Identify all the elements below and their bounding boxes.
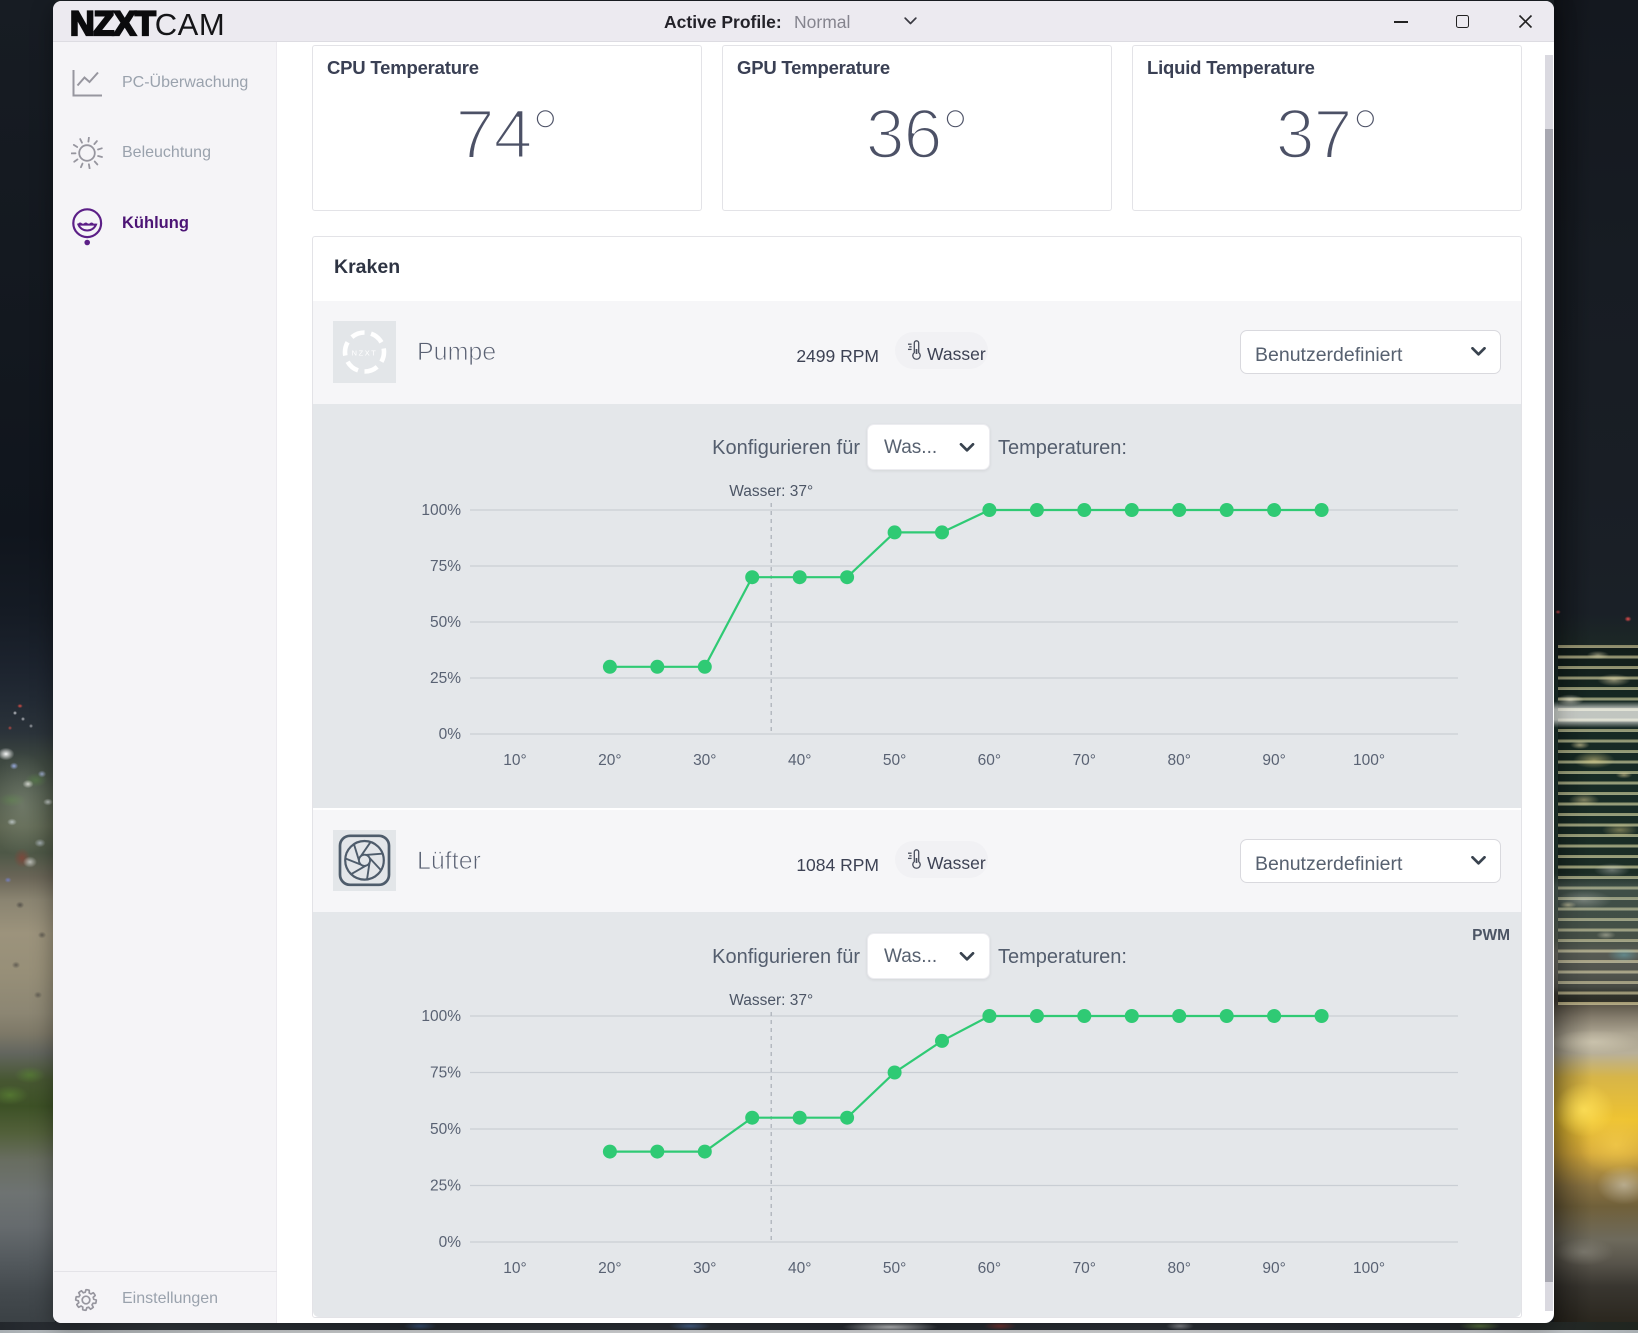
svg-text:70°: 70° [1073,1260,1096,1277]
svg-text:40°: 40° [788,752,811,769]
svg-text:25%: 25% [430,670,461,687]
svg-text:40°: 40° [788,1260,811,1277]
svg-text:30°: 30° [693,1260,716,1277]
svg-text:20°: 20° [598,752,621,769]
svg-text:100%: 100% [421,502,461,519]
svg-text:100°: 100° [1353,1260,1385,1277]
svg-text:60°: 60° [978,1260,1001,1277]
svg-text:30°: 30° [693,752,716,769]
svg-text:20°: 20° [598,1260,621,1277]
svg-text:0%: 0% [439,726,462,743]
svg-text:100°: 100° [1353,752,1385,769]
svg-text:10°: 10° [503,1260,526,1277]
svg-text:Wasser: 37°: Wasser: 37° [729,992,813,1009]
svg-text:70°: 70° [1073,752,1096,769]
svg-text:75%: 75% [430,558,461,575]
svg-text:50°: 50° [883,1260,906,1277]
svg-text:Wasser: 37°: Wasser: 37° [729,483,813,500]
svg-text:80°: 80° [1167,1260,1190,1277]
svg-text:75%: 75% [430,1065,461,1082]
svg-text:50°: 50° [883,752,906,769]
svg-text:100%: 100% [421,1008,461,1025]
svg-text:90°: 90° [1262,1260,1285,1277]
svg-text:0%: 0% [439,1234,462,1251]
svg-text:10°: 10° [503,752,526,769]
svg-text:NZXT: NZXT [352,349,378,358]
svg-text:90°: 90° [1262,752,1285,769]
svg-text:50%: 50% [430,1121,461,1138]
svg-text:50%: 50% [430,614,461,631]
svg-text:60°: 60° [978,752,1001,769]
svg-text:80°: 80° [1167,752,1190,769]
svg-text:25%: 25% [430,1178,461,1195]
